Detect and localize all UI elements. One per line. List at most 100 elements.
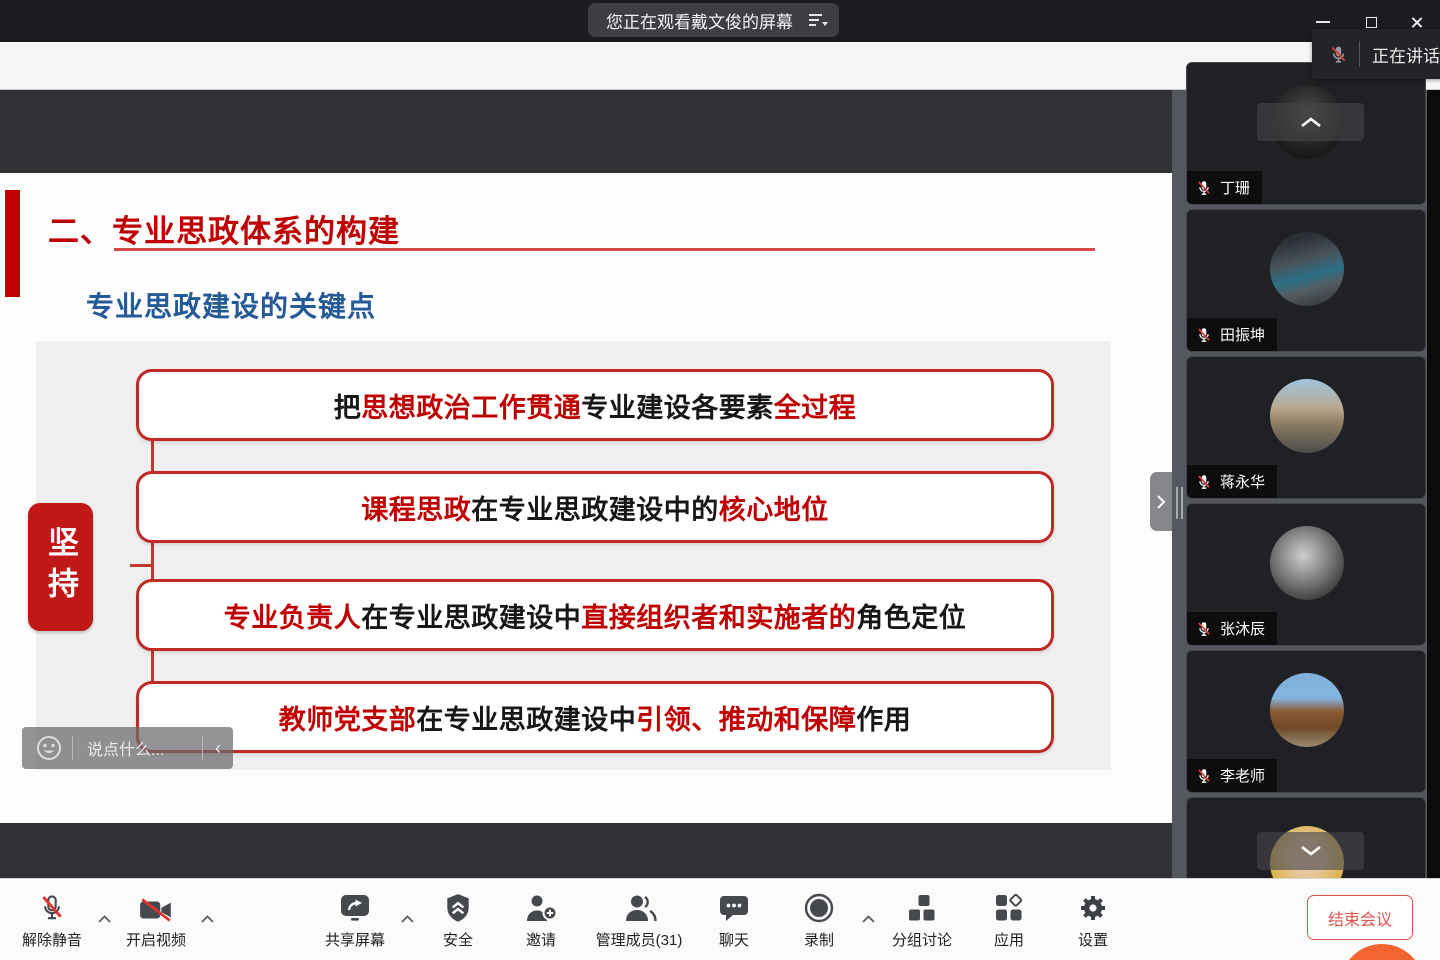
manage-members-label: 管理成员(31) [596, 929, 683, 950]
participant-name: 丁珊 [1220, 177, 1250, 198]
participant-nametag: 田振坤 [1187, 318, 1277, 351]
breakout-blocks-icon [907, 891, 937, 923]
start-video-button[interactable]: 开启视频 [120, 891, 192, 950]
mic-muted-icon [38, 891, 66, 923]
participant-name: 李老师 [1220, 765, 1265, 786]
keypoint-text: 核心地位 [719, 488, 829, 527]
scroll-down-button[interactable] [1257, 832, 1364, 870]
participant-tile[interactable]: 李老师 [1186, 650, 1426, 793]
apps-button[interactable]: 应用 [981, 891, 1037, 950]
avatar [1270, 379, 1344, 453]
keypoint-text: 专业建设各要素 [581, 386, 774, 425]
chevron-right-icon [1156, 494, 1166, 510]
bracket-vertical-line [151, 404, 154, 724]
chat-button[interactable]: 聊天 [706, 891, 762, 950]
mic-muted-icon [1195, 179, 1213, 197]
chat-quick-input[interactable]: 说点什么... [73, 736, 202, 760]
breakout-rooms-button[interactable]: 分组讨论 [888, 891, 956, 950]
record-button[interactable]: 录制 [791, 891, 847, 950]
record-label: 录制 [804, 929, 834, 950]
chat-label: 聊天 [719, 929, 749, 950]
settings-button[interactable]: 设置 [1065, 891, 1121, 950]
unmute-button[interactable]: 解除静音 [17, 891, 87, 950]
apps-label: 应用 [994, 929, 1024, 950]
screen-share-options-button[interactable] [807, 11, 829, 29]
participant-nametag: 张沐辰 [1187, 612, 1277, 645]
sidebar-collapse-tab[interactable] [1150, 472, 1172, 531]
apps-grid-icon [994, 891, 1024, 923]
start-video-label: 开启视频 [126, 929, 186, 950]
end-meeting-label: 结束会议 [1328, 906, 1392, 930]
slide-title: 二、专业思政体系的构建 [48, 206, 400, 251]
keyword-connector [130, 564, 151, 567]
keyword-text: 坚持 [38, 526, 83, 608]
avatar [1270, 673, 1344, 747]
close-icon [1410, 16, 1423, 29]
mic-muted-icon [1328, 44, 1349, 65]
participant-tile[interactable]: 蒋永华 [1186, 356, 1426, 499]
record-options-chevron[interactable] [861, 911, 876, 929]
share-screen-label: 共享屏幕 [325, 929, 385, 950]
close-button[interactable] [1406, 14, 1426, 30]
record-icon [804, 891, 834, 923]
camera-muted-icon [138, 891, 174, 923]
keypoint-box-2: 课程思政在专业思政建设中的核心地位 [136, 471, 1054, 543]
mic-options-chevron[interactable] [97, 911, 112, 929]
shared-screen-canvas: 二、专业思政体系的构建 专业思政建设的关键点 坚持 把思想政治工作贯通专业建设各… [0, 90, 1172, 878]
emoji-button[interactable] [22, 735, 72, 761]
scroll-up-button[interactable] [1257, 103, 1364, 141]
keypoint-text: 角色定位 [856, 596, 966, 635]
participant-nametag: 丁珊 [1187, 171, 1262, 204]
keypoint-text: 课程思政 [361, 488, 471, 527]
settings-label: 设置 [1078, 929, 1108, 950]
participant-tile[interactable]: 田振坤 [1186, 209, 1426, 352]
end-meeting-button[interactable]: 结束会议 [1307, 895, 1413, 940]
unmute-label: 解除静音 [22, 929, 82, 950]
invite-label: 邀请 [526, 929, 556, 950]
minimize-button[interactable] [1313, 14, 1333, 30]
keypoint-text: 把 [334, 386, 362, 425]
maximize-button[interactable] [1361, 14, 1381, 30]
share-options-chevron[interactable] [400, 911, 415, 929]
smiley-icon [36, 735, 62, 761]
share-screen-icon [339, 891, 371, 923]
participant-tile[interactable]: 张沐辰 [1186, 503, 1426, 646]
keypoint-text: 在专业思政建设中 [361, 596, 581, 635]
mic-muted-icon [1195, 473, 1213, 491]
mic-muted-icon [1195, 767, 1213, 785]
participant-name: 田振坤 [1220, 324, 1265, 345]
titlebar: 您正在观看戴文俊的屏幕 [0, 0, 1440, 42]
keypoint-text: 教师党支部 [279, 698, 417, 737]
divider [1359, 41, 1360, 67]
speaking-indicator-label: 正在讲话 [1372, 42, 1440, 67]
security-label: 安全 [443, 929, 473, 950]
sidebar-resize-grip[interactable] [1176, 487, 1183, 519]
mic-muted-icon [1195, 620, 1213, 638]
maximize-icon [1366, 17, 1377, 28]
keypoint-box-4: 教师党支部在专业思政建设中引领、推动和保障作用 [136, 681, 1054, 753]
keypoint-text: 全过程 [774, 386, 857, 425]
manage-members-button[interactable]: 管理成员(31) [592, 891, 686, 950]
keypoint-text: 直接组织者和实施者的 [581, 596, 856, 635]
mic-muted-icon [1195, 326, 1213, 344]
chat-quickbar: 说点什么... ‹ [22, 727, 233, 769]
chevron-down-icon [1300, 844, 1322, 858]
chatbar-collapse-button[interactable]: ‹ [203, 738, 233, 759]
keypoint-text: 专业负责人 [224, 596, 362, 635]
sidebar-scrollbar-track [1427, 90, 1440, 878]
invite-button[interactable]: 邀请 [513, 891, 569, 950]
watching-screen-banner: 您正在观看戴文俊的屏幕 [588, 3, 839, 37]
gear-icon [1078, 891, 1108, 923]
video-options-chevron[interactable] [200, 911, 215, 929]
slide-subtitle: 专业思政建设的关键点 [86, 285, 376, 325]
speaking-indicator: 正在讲话 [1312, 29, 1440, 79]
avatar [1270, 232, 1344, 306]
participant-nametag: 李老师 [1187, 759, 1277, 792]
minimize-icon [1316, 21, 1330, 23]
bottom-toolbar: 解除静音 开启视频 [0, 878, 1440, 960]
participant-name: 张沐辰 [1220, 618, 1265, 639]
chevron-up-icon [1300, 115, 1322, 129]
security-button[interactable]: 安全 [430, 891, 486, 950]
participant-name: 蒋永华 [1220, 471, 1265, 492]
share-screen-button[interactable]: 共享屏幕 [322, 891, 388, 950]
